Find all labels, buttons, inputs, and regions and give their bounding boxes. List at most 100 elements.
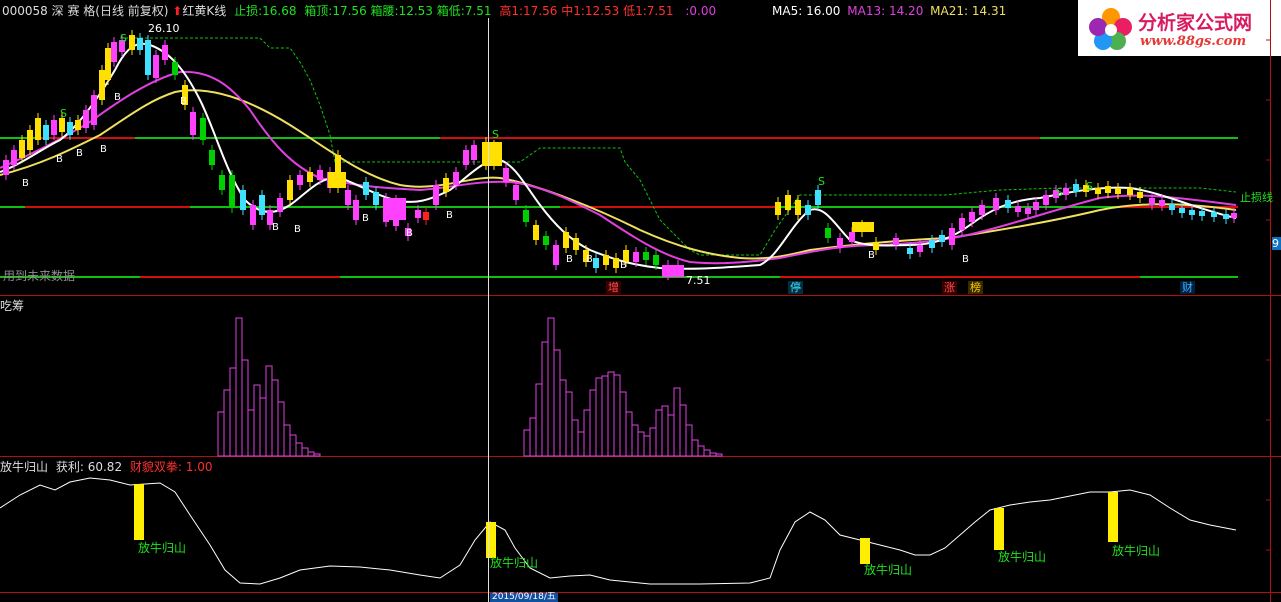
chip-bar bbox=[247, 409, 255, 457]
candle-body bbox=[172, 62, 178, 75]
signal-sell-label: S bbox=[492, 128, 499, 141]
candle-body bbox=[443, 178, 449, 192]
candle-body bbox=[43, 125, 49, 140]
candle-body-large bbox=[662, 265, 684, 277]
signal-buy-label: B bbox=[294, 224, 301, 235]
candle-body bbox=[345, 190, 351, 205]
event-tag-bang[interactable]: 榜 bbox=[968, 281, 983, 294]
candle-body bbox=[433, 185, 439, 205]
signal-buy-label: B bbox=[406, 228, 413, 239]
chip-bar bbox=[601, 375, 609, 457]
bull-signal-bar bbox=[134, 484, 144, 540]
event-tag-zeng[interactable]: 增 bbox=[606, 281, 621, 294]
signal-buy-label: B bbox=[868, 250, 875, 261]
candle-body bbox=[969, 212, 975, 222]
candle-body-large bbox=[388, 198, 406, 220]
signal-buy-label: B bbox=[76, 148, 83, 159]
candle-body bbox=[805, 205, 811, 215]
chip-bar bbox=[577, 431, 585, 457]
event-tag-zhang[interactable]: 涨 bbox=[942, 281, 957, 294]
chip-bar bbox=[565, 391, 573, 457]
chip-bar bbox=[709, 452, 717, 457]
candle-body bbox=[1159, 200, 1165, 206]
signal-sell-label: S bbox=[1056, 186, 1063, 199]
candle-body-large bbox=[482, 142, 502, 166]
candle-body bbox=[785, 195, 791, 210]
chip-bar bbox=[295, 442, 303, 457]
chip-bar bbox=[589, 389, 597, 457]
candle-body bbox=[1169, 204, 1175, 210]
signal-buy-label: B bbox=[362, 213, 369, 224]
signal-sell-label: S bbox=[120, 32, 127, 45]
candle-body bbox=[219, 175, 225, 190]
candle-body bbox=[11, 150, 17, 165]
candle-body bbox=[873, 242, 879, 250]
chip-bar bbox=[637, 431, 645, 457]
chip-bar bbox=[241, 359, 249, 457]
chip-bar bbox=[277, 401, 285, 457]
candle-body bbox=[209, 150, 215, 165]
candle-body bbox=[229, 175, 235, 208]
chip-bar bbox=[595, 377, 603, 457]
candle-body bbox=[105, 48, 111, 80]
chip-bar bbox=[667, 414, 675, 457]
candle-body bbox=[453, 172, 459, 185]
chip-bar bbox=[289, 434, 297, 457]
bull-signal-label: 放牛归山 bbox=[490, 556, 539, 570]
candle-body bbox=[849, 232, 855, 242]
candle-body bbox=[815, 190, 821, 205]
chart-canvas[interactable]: S S S S S S B B B B B B B B B B B B B B B B bbox=[0, 0, 1281, 602]
candle-body bbox=[162, 45, 168, 60]
ma21-line bbox=[0, 89, 1237, 260]
candle-body bbox=[129, 35, 135, 50]
peak-price-label: 26.10 bbox=[148, 22, 180, 35]
signal-buy-label: B bbox=[56, 154, 63, 165]
chip-bar bbox=[307, 451, 315, 457]
candle-body bbox=[523, 210, 529, 222]
candle-body bbox=[1127, 188, 1133, 195]
chip-bar bbox=[691, 439, 699, 457]
chart-window[interactable]: 000058 深 赛 格(日线 前复权) ⬆红黄K线 止损:16.68 箱顶:1… bbox=[0, 0, 1281, 602]
signal-buy-label: B bbox=[114, 92, 121, 103]
event-tag-ting[interactable]: 停 bbox=[788, 281, 803, 294]
candle-body bbox=[353, 200, 359, 220]
bull-signal-label: 放牛归山 bbox=[998, 550, 1047, 564]
bull-signal-bar bbox=[860, 538, 870, 564]
candle-body bbox=[423, 212, 429, 220]
candle-body bbox=[363, 182, 369, 195]
candle-body bbox=[1115, 188, 1121, 194]
signal-buy-label: B bbox=[586, 254, 593, 265]
chip-bar bbox=[661, 405, 669, 457]
chip-bar bbox=[223, 389, 231, 457]
chip-bar bbox=[253, 384, 261, 457]
event-tag-cai[interactable]: 财 bbox=[1180, 281, 1195, 294]
signal-sell-label: S bbox=[818, 175, 825, 188]
chip-bar bbox=[559, 379, 567, 457]
candle-body bbox=[27, 130, 33, 150]
chip-bar bbox=[715, 453, 723, 457]
candle-body bbox=[837, 238, 843, 248]
candle-body bbox=[643, 252, 649, 260]
candle-body bbox=[917, 245, 923, 252]
candle-body bbox=[1231, 213, 1237, 218]
chip-bar bbox=[673, 387, 681, 457]
stoploss-line-label: 止损线 bbox=[1240, 191, 1273, 204]
candle-body bbox=[1015, 206, 1021, 212]
signal-sell-label: S bbox=[1086, 180, 1093, 193]
bull-panel-title: 放牛归山 bbox=[0, 460, 49, 474]
candle-body bbox=[563, 232, 569, 248]
bull-signal-bar bbox=[486, 522, 496, 558]
chip-bar bbox=[283, 424, 291, 457]
candle-body bbox=[297, 175, 303, 185]
candle-body bbox=[929, 240, 935, 248]
right-edge-value: 9 bbox=[1272, 237, 1281, 250]
candle-body bbox=[3, 160, 9, 175]
chip-bar bbox=[703, 449, 711, 457]
chip-bar bbox=[553, 349, 561, 457]
candle-body bbox=[35, 118, 41, 140]
candle-body bbox=[1073, 184, 1079, 192]
candle-body bbox=[939, 235, 945, 242]
chip-bar bbox=[271, 379, 279, 457]
candle-body bbox=[613, 258, 619, 268]
candle-body bbox=[1211, 212, 1217, 217]
